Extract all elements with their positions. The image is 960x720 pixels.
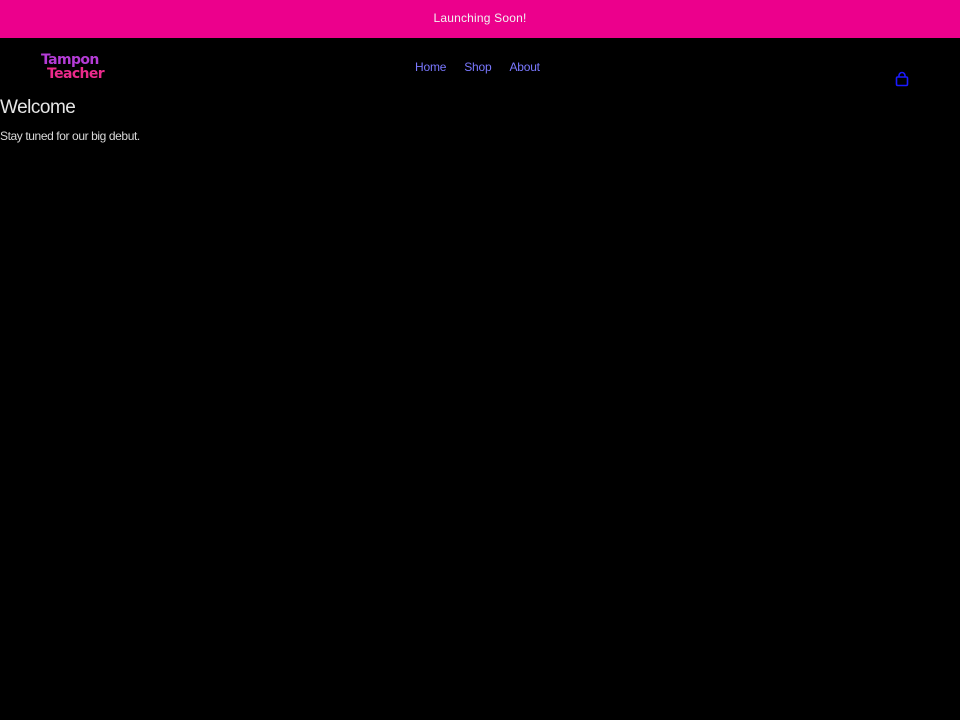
logo-line-2: Teacher <box>47 66 105 82</box>
logo-line-1: Tampon <box>41 52 99 68</box>
nav-link-shop[interactable]: Shop <box>464 60 491 74</box>
nav-link-home[interactable]: Home <box>415 60 446 74</box>
announcement-text: Launching Soon! <box>433 11 527 25</box>
main-content: Welcome Stay tuned for our big debut. <box>0 96 960 144</box>
shopping-bag-icon <box>895 71 909 87</box>
site-logo[interactable]: Tampon Teacher <box>41 53 121 85</box>
main-nav: Home Shop About <box>415 60 540 74</box>
site-header: Tampon Teacher Home Shop About <box>0 38 960 98</box>
nav-link-about[interactable]: About <box>509 60 540 74</box>
page-subtext: Stay tuned for our big debut. <box>0 129 140 143</box>
page-title: Welcome <box>0 97 76 118</box>
cart-button[interactable] <box>894 71 910 87</box>
announcement-bar: Launching Soon! <box>0 0 960 38</box>
